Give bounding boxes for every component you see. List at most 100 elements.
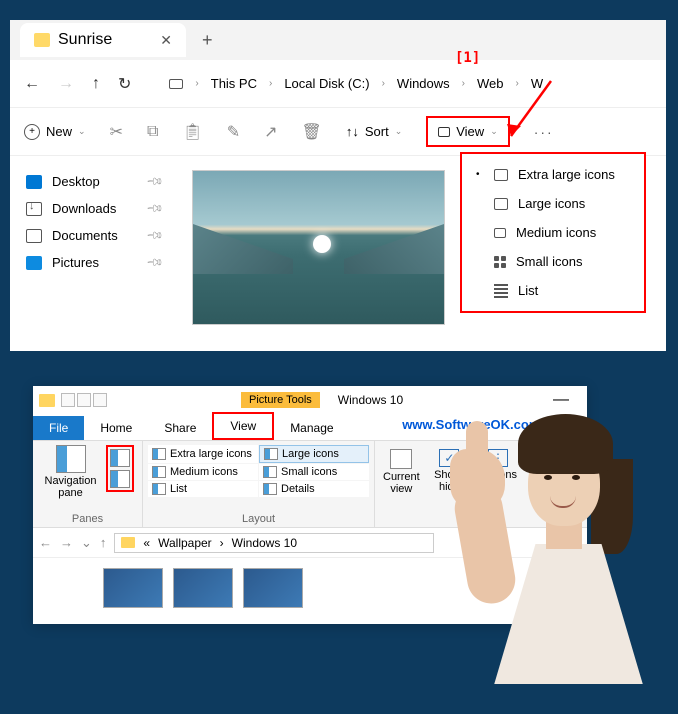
person-overlay-image — [426, 394, 666, 684]
breadcrumb[interactable]: › This PC › Local Disk (C:) › Windows › … — [169, 76, 543, 91]
close-tab-icon[interactable]: ✕ — [160, 32, 172, 49]
sidebar-item-downloads[interactable]: Downloads 📌︎ — [20, 195, 168, 222]
new-tab-button[interactable]: + — [202, 30, 213, 51]
toolbar: + New ⌄ ✂ ⧉ 📋︎ ✎ ↗ 🗑︎ ↑↓ Sort ⌄ View ⌄ ·… — [10, 108, 666, 156]
sidebar-label: Downloads — [52, 201, 116, 216]
view-option-list[interactable]: List — [462, 276, 644, 305]
tab-title: Sunrise — [58, 31, 112, 49]
view-option-label: List — [518, 283, 538, 298]
view-option-large[interactable]: Large icons — [462, 189, 644, 218]
group-label: Panes — [33, 513, 142, 525]
chevron-down-icon: ⌄ — [490, 126, 498, 137]
view-option-medium[interactable]: Medium icons — [462, 218, 644, 247]
layout-extra-large[interactable]: Extra large icons — [148, 445, 258, 463]
forward-button[interactable]: → — [58, 75, 74, 93]
documents-icon — [26, 229, 42, 243]
image-thumbnail[interactable] — [192, 170, 445, 325]
sidebar-label: Pictures — [52, 255, 99, 270]
manage-tab[interactable]: Manage — [274, 416, 349, 440]
current-view-button[interactable]: Current view — [383, 449, 420, 495]
pin-icon: 📌︎ — [145, 226, 164, 245]
plus-icon: + — [24, 124, 40, 140]
view-option-label: Extra large icons — [518, 167, 615, 182]
sort-label: Sort — [365, 124, 389, 139]
current-view-icon — [390, 449, 412, 469]
more-button[interactable]: ··· — [534, 124, 554, 140]
bc-segment[interactable]: W — [531, 76, 543, 91]
sort-button[interactable]: ↑↓ Sort ⌄ — [346, 124, 402, 139]
view-tab[interactable]: View — [212, 412, 274, 440]
back-button[interactable]: ← — [39, 535, 52, 550]
up-button[interactable]: ↑ — [100, 535, 107, 550]
list-icon — [494, 284, 508, 298]
chevron-right-icon: › — [516, 78, 519, 89]
image-thumbnail[interactable] — [243, 568, 303, 608]
sidebar-item-desktop[interactable]: Desktop 📌︎ — [20, 168, 168, 195]
paste-icon[interactable]: 📋︎ — [182, 122, 202, 142]
rename-icon[interactable]: ✎ — [227, 122, 240, 142]
forward-button[interactable]: → — [60, 535, 73, 550]
view-option-label: Medium icons — [516, 225, 596, 240]
view-option-label: Small icons — [516, 254, 582, 269]
pin-icon: 📌︎ — [145, 253, 164, 272]
cut-icon[interactable]: ✂ — [110, 122, 123, 142]
addr-segment[interactable]: Wallpaper — [158, 536, 212, 550]
up-button[interactable]: ↑ — [92, 75, 100, 93]
share-tab[interactable]: Share — [148, 416, 212, 440]
pc-icon — [169, 79, 183, 89]
qat-button[interactable] — [77, 393, 91, 407]
panes-group: Navigation pane Panes — [33, 441, 143, 527]
sidebar-item-documents[interactable]: Documents 📌︎ — [20, 222, 168, 249]
bc-segment[interactable]: Local Disk (C:) — [284, 76, 369, 91]
refresh-button[interactable]: ↻ — [118, 74, 131, 94]
view-option-extra-large[interactable]: • Extra large icons — [462, 160, 644, 189]
layout-icon — [152, 483, 166, 495]
file-area[interactable]: • Extra large icons Large icons Medium i… — [178, 156, 666, 351]
view-button[interactable]: View ⌄ — [426, 116, 510, 147]
addr-segment[interactable]: Windows 10 — [232, 536, 297, 550]
chevron-right-icon: › — [462, 78, 465, 89]
navigation-pane-button[interactable]: Navigation pane — [41, 445, 100, 499]
tab-bar: Sunrise ✕ + — [10, 20, 666, 60]
extra-large-icon — [494, 169, 508, 181]
bc-segment[interactable]: Web — [477, 76, 504, 91]
home-tab[interactable]: Home — [84, 416, 148, 440]
layout-medium[interactable]: Medium icons — [148, 464, 258, 480]
chevron-right-icon: › — [220, 536, 224, 550]
navpane-label: Navigation pane — [41, 475, 100, 499]
details-pane-button[interactable] — [110, 470, 130, 488]
image-thumbnail[interactable] — [173, 568, 233, 608]
qat-dropdown[interactable] — [93, 393, 107, 407]
folder-icon — [39, 394, 55, 407]
addr-segment: « — [143, 536, 150, 550]
chevron-down-icon: ⌄ — [78, 126, 86, 137]
large-icon — [494, 198, 508, 210]
picture-tools-badge: Picture Tools — [241, 392, 320, 408]
active-tab[interactable]: Sunrise ✕ — [20, 23, 186, 57]
delete-icon[interactable]: 🗑︎ — [302, 122, 322, 142]
copy-icon[interactable]: ⧉ — [147, 123, 158, 141]
image-thumbnail[interactable] — [103, 568, 163, 608]
preview-pane-button[interactable] — [110, 449, 130, 467]
layout-list[interactable]: List — [148, 481, 258, 497]
view-option-small[interactable]: Small icons — [462, 247, 644, 276]
recent-dropdown[interactable]: ⌄ — [81, 535, 92, 551]
pin-icon: 📌︎ — [145, 199, 164, 218]
sidebar-item-pictures[interactable]: Pictures 📌︎ — [20, 249, 168, 276]
share-icon[interactable]: ↗ — [264, 122, 277, 142]
layout-small[interactable]: Small icons — [259, 464, 369, 480]
layout-large[interactable]: Large icons — [259, 445, 369, 463]
pane-buttons-highlighted — [106, 445, 134, 492]
window-title: Windows 10 — [338, 393, 403, 407]
bc-segment[interactable]: This PC — [211, 76, 257, 91]
small-icon — [494, 256, 506, 268]
back-button[interactable]: ← — [24, 75, 40, 93]
downloads-icon — [26, 202, 42, 216]
qat-button[interactable] — [61, 393, 75, 407]
address-bar[interactable]: « Wallpaper › Windows 10 — [114, 533, 434, 553]
new-button[interactable]: + New ⌄ — [24, 124, 86, 140]
sidebar-label: Desktop — [52, 174, 100, 189]
layout-details[interactable]: Details — [259, 481, 369, 497]
file-tab[interactable]: File — [33, 416, 84, 440]
bc-segment[interactable]: Windows — [397, 76, 450, 91]
